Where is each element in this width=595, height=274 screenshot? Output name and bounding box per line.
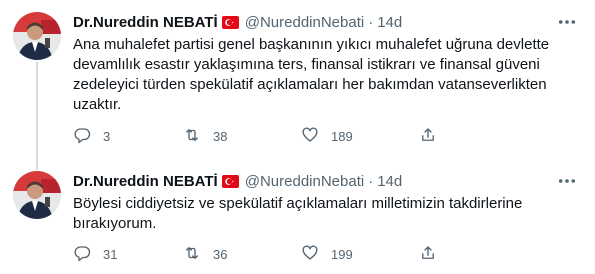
share-button[interactable] [419,244,437,264]
share-icon [419,244,437,265]
handle[interactable]: @NureddinNebati [245,173,364,190]
tweet-text: Böylesi ciddiyetsiz ve spekülatif açıkla… [73,195,523,232]
like-icon [301,126,319,147]
retweet-icon [183,126,201,147]
avatar[interactable] [13,171,61,219]
flag-turkey-icon [221,173,239,190]
retweet-icon [183,244,201,265]
retweet-count: 36 [213,246,228,262]
reply-button[interactable]: 3 [73,126,110,146]
reply-count: 31 [103,246,118,262]
like-button[interactable]: 199 [301,244,353,264]
display-name[interactable]: Dr.Nureddin NEBATİ [73,173,218,190]
retweet-button[interactable]: 38 [183,126,227,146]
separator-dot: · [368,13,374,31]
share-button[interactable] [419,126,437,146]
avatar[interactable] [13,12,61,60]
tweet-actions: 3 38 189 [73,126,513,146]
reply-icon [73,126,91,147]
share-icon [419,126,437,147]
like-button[interactable]: 189 [301,126,353,146]
more-icon[interactable] [557,173,577,189]
reply-icon [73,244,91,265]
separator-dot: · [368,172,374,190]
like-count: 189 [331,128,353,144]
retweet-count: 38 [213,128,228,144]
reply-count: 3 [103,128,111,144]
timestamp[interactable]: 14d [377,173,402,190]
retweet-button[interactable]: 36 [183,244,227,264]
tweet-actions: 31 36 199 [73,244,513,264]
flag-turkey-icon [221,14,239,31]
handle[interactable]: @NureddinNebati [245,14,364,31]
timestamp[interactable]: 14d [377,14,402,31]
more-icon[interactable] [557,14,577,30]
tweet-text: Ana muhalefet partisi genel başkanının y… [73,36,550,113]
tweet[interactable]: Dr.Nureddin NEBATİ @NureddinNebati · 14d… [0,159,595,274]
like-icon [301,244,319,265]
reply-button[interactable]: 31 [73,244,117,264]
display-name[interactable]: Dr.Nureddin NEBATİ [73,14,218,31]
tweet[interactable]: Dr.Nureddin NEBATİ @NureddinNebati · 14d… [0,0,595,170]
like-count: 199 [331,246,353,262]
thread-line [36,62,38,170]
